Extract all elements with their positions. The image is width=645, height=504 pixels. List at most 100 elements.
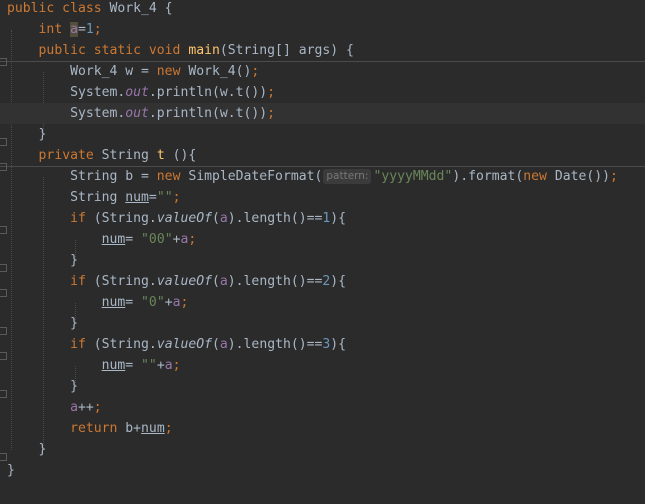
code-line[interactable]: } [0, 250, 645, 271]
code-token: a [70, 400, 78, 415]
code-text: if (String.valueOf(a).length()==2){ [7, 271, 346, 292]
code-line[interactable]: } [0, 124, 645, 145]
code-line[interactable]: } [0, 460, 645, 481]
code-token: ; [610, 169, 618, 184]
code-token: ; [164, 421, 173, 436]
code-token: String [101, 148, 157, 163]
code-line[interactable]: int a=1; [0, 19, 645, 40]
code-line[interactable]: num= "0"+a; [0, 292, 645, 313]
code-line[interactable]: Work_4 w = new Work_4(); [0, 61, 645, 82]
code-token: ; [188, 232, 197, 247]
code-token: ( [212, 274, 220, 289]
code-text: num= "0"+a; [7, 292, 189, 313]
code-text: return b+num; [7, 418, 173, 439]
code-token: ){ [330, 274, 347, 289]
code-token: } [7, 379, 78, 394]
code-token: = [125, 358, 142, 373]
code-token: out [125, 106, 149, 121]
code-line[interactable]: num= "00"+a; [0, 229, 645, 250]
code-token: ; [267, 85, 276, 100]
code-token: System. [70, 85, 126, 100]
code-token: 1 [85, 22, 94, 37]
code-text: num= ""+a; [7, 355, 181, 376]
code-text: String b = new SimpleDateFormat(pattern:… [7, 166, 618, 187]
code-token: (String. [93, 337, 157, 352]
code-token: (String. [93, 211, 157, 226]
code-token: = [125, 232, 142, 247]
code-token: Work_4 w = [70, 64, 157, 79]
code-text: } [7, 439, 47, 460]
code-token: SimpleDateFormat( [188, 169, 323, 184]
code-line[interactable]: num= ""+a; [0, 355, 645, 376]
code-token: ){ [330, 337, 347, 352]
code-token: String b = [70, 169, 157, 184]
code-line[interactable]: } [0, 439, 645, 460]
code-token: public class [7, 1, 110, 16]
code-token: ).length()== [227, 337, 323, 352]
code-text: } [7, 460, 15, 481]
code-token: ++ [77, 400, 94, 415]
code-token: private [38, 148, 102, 163]
code-token: public static void [38, 43, 189, 58]
code-token: .println(w.t()) [148, 106, 268, 121]
code-text: public static void main(String[] args) { [7, 40, 354, 61]
code-token: } [7, 253, 78, 268]
code-line[interactable]: System.out.println(w.t()); [0, 82, 645, 103]
code-line[interactable]: String num=""; [0, 187, 645, 208]
code-text: Work_4 w = new Work_4(); [7, 61, 259, 82]
code-text: } [7, 250, 78, 271]
code-line[interactable]: private String t (){ [0, 145, 645, 166]
code-token: a [219, 274, 228, 289]
code-token: ; [251, 64, 260, 79]
code-line[interactable]: String b = new SimpleDateFormat(pattern:… [0, 166, 645, 187]
code-token: .println(w.t()) [148, 85, 268, 100]
code-token: Work_4() [188, 64, 252, 79]
code-token: (){ [172, 148, 197, 163]
code-token: System. [70, 106, 126, 121]
code-line[interactable]: System.out.println(w.t()); [0, 103, 645, 124]
code-token: String [70, 190, 126, 205]
code-line[interactable]: if (String.valueOf(a).length()==3){ [0, 334, 645, 355]
code-token: num [101, 295, 126, 310]
code-token: ; [93, 400, 102, 415]
code-text: public class Work_4 { [7, 0, 173, 19]
code-editor[interactable]: public class Work_4 { int a=1; public st… [0, 0, 645, 504]
code-token: } [7, 316, 78, 331]
code-line[interactable]: return b+num; [0, 418, 645, 439]
code-token: new [523, 169, 555, 184]
code-line[interactable]: public class Work_4 { [0, 0, 645, 19]
code-text: System.out.println(w.t()); [7, 103, 275, 124]
code-token: a [219, 337, 228, 352]
code-token: new [156, 169, 189, 184]
code-line[interactable]: if (String.valueOf(a).length()==2){ [0, 271, 645, 292]
code-text: int a=1; [7, 19, 102, 40]
code-line[interactable]: } [0, 376, 645, 397]
code-token: + [156, 358, 165, 373]
code-line[interactable]: public static void main(String[] args) { [0, 40, 645, 61]
code-line[interactable]: a++; [0, 397, 645, 418]
code-token: num [101, 232, 126, 247]
code-line[interactable]: } [0, 313, 645, 334]
code-text: num= "00"+a; [7, 229, 197, 250]
code-token: a [70, 22, 78, 37]
code-token: = [125, 295, 142, 310]
code-token: (String[] args) { [219, 43, 354, 58]
code-token: a [164, 358, 173, 373]
code-token: Work_4 { [109, 1, 173, 16]
code-token: valueOf [156, 274, 212, 289]
code-token: "00" [141, 232, 173, 247]
code-line[interactable]: if (String.valueOf(a).length()==1){ [0, 208, 645, 229]
code-token: + [164, 295, 173, 310]
code-token: new [156, 64, 189, 79]
code-token: ; [267, 106, 276, 121]
code-token: int [38, 22, 71, 37]
code-token: } [7, 463, 15, 478]
code-token: if [70, 211, 94, 226]
